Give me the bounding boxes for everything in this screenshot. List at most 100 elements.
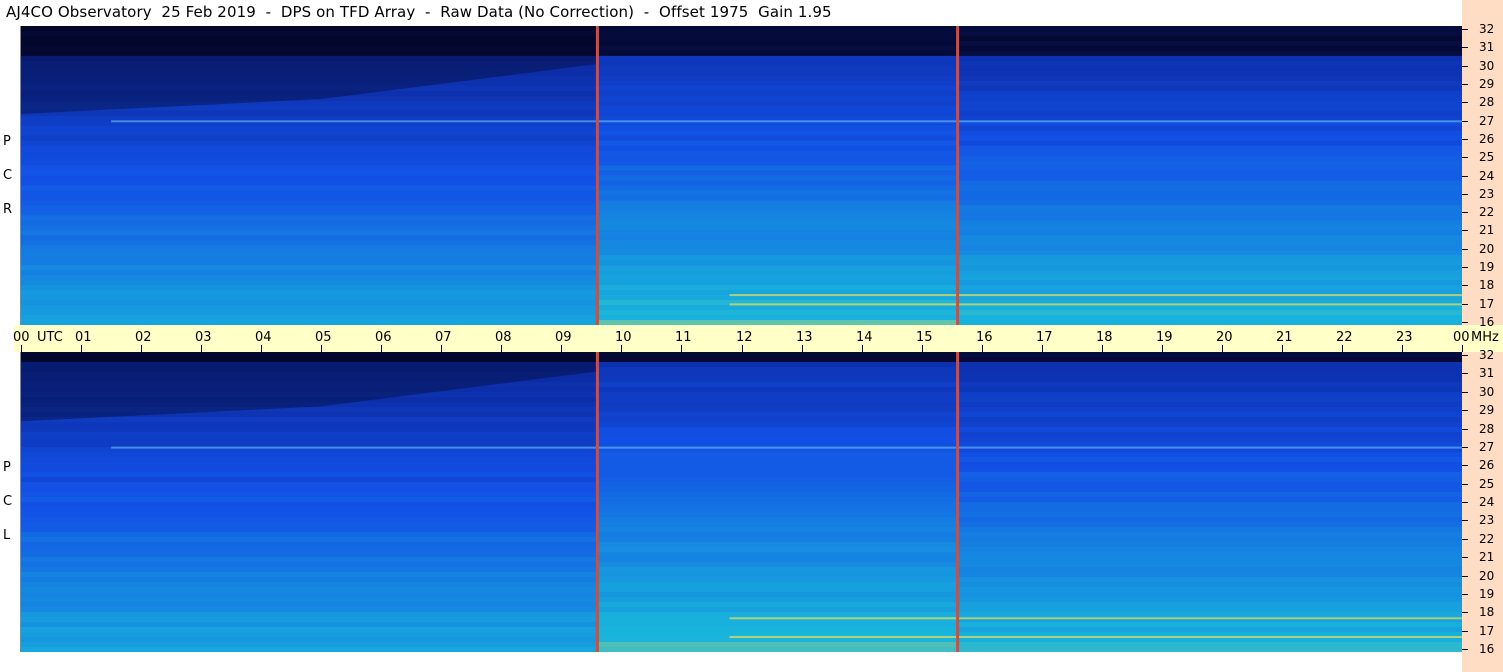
spectrogram-band bbox=[597, 105, 958, 112]
spectrogram-band bbox=[957, 502, 1462, 508]
frequency-tick-label: 28 bbox=[1479, 422, 1495, 436]
spectrogram-band bbox=[957, 552, 1462, 558]
time-tick bbox=[862, 345, 863, 352]
spectrogram-band bbox=[597, 487, 958, 493]
lcp-label-l: P bbox=[3, 460, 11, 475]
spectrogram-band bbox=[21, 275, 598, 281]
spectrogram-band bbox=[957, 477, 1462, 483]
frequency-tick-label: 31 bbox=[1479, 366, 1495, 380]
spectrogram-band bbox=[597, 557, 958, 563]
spectrogram-band bbox=[597, 502, 958, 508]
spectrogram-band bbox=[21, 562, 598, 568]
lcp-label-c: C bbox=[3, 494, 13, 509]
spectrogram-band bbox=[957, 592, 1462, 598]
spectrogram-band bbox=[597, 200, 958, 206]
spectrogram-band bbox=[21, 502, 598, 508]
spectrogram-band bbox=[597, 245, 958, 251]
spectrogram-band bbox=[957, 392, 1462, 398]
spectrogram-band bbox=[597, 572, 958, 578]
frequency-tick-label: 19 bbox=[1479, 587, 1495, 601]
spectrogram-band bbox=[597, 185, 958, 192]
spectrogram-band bbox=[597, 587, 958, 593]
time-tick-label: 01 bbox=[75, 330, 92, 345]
frequency-tick-label: 27 bbox=[1479, 440, 1495, 454]
frequency-tick bbox=[1462, 157, 1468, 158]
spectrogram-band bbox=[957, 537, 1462, 543]
time-tick bbox=[441, 345, 442, 352]
vertical-interference-line bbox=[595, 26, 599, 325]
frequency-tick bbox=[1462, 465, 1468, 466]
spectrogram-band bbox=[957, 472, 1462, 478]
spectrogram-band bbox=[957, 65, 1462, 72]
spectrogram-band bbox=[21, 622, 598, 628]
frequency-tick bbox=[1462, 649, 1468, 650]
spectrogram-band bbox=[957, 612, 1462, 618]
spectrogram-band bbox=[21, 432, 598, 438]
spectrogram-band bbox=[597, 377, 958, 383]
spectrogram-band bbox=[21, 612, 598, 618]
time-tick bbox=[621, 345, 622, 352]
spectrogram-band bbox=[957, 522, 1462, 528]
spectrogram-band bbox=[597, 627, 958, 633]
spectrogram-band bbox=[21, 482, 598, 488]
spectrogram-band bbox=[597, 100, 958, 107]
spectrogram-band bbox=[957, 260, 1462, 266]
frequency-tick bbox=[1462, 249, 1468, 250]
spectrogram-band bbox=[957, 270, 1462, 276]
spectrogram-band bbox=[21, 527, 598, 533]
interference-band bbox=[729, 294, 1462, 297]
frequency-tick bbox=[1462, 267, 1468, 268]
frequency-tick bbox=[1462, 322, 1468, 323]
spectrogram-band bbox=[597, 567, 958, 573]
time-tick-label: 00 bbox=[13, 330, 30, 345]
spectrogram-band bbox=[597, 45, 958, 52]
spectrogram-band bbox=[597, 55, 958, 62]
spectrogram-band bbox=[957, 582, 1462, 588]
frequency-tick-label: 29 bbox=[1479, 77, 1495, 91]
spectrogram-band bbox=[957, 382, 1462, 388]
frequency-tick-label: 22 bbox=[1479, 532, 1495, 546]
spectrogram-band bbox=[597, 260, 958, 266]
spectrogram-band bbox=[597, 407, 958, 413]
spectrogram-band bbox=[957, 185, 1462, 192]
time-tick bbox=[381, 345, 382, 352]
time-tick-label: 22 bbox=[1336, 330, 1353, 345]
interference-band bbox=[111, 120, 1462, 123]
spectrogram-band bbox=[597, 60, 958, 67]
spectrogram-band bbox=[957, 160, 1462, 167]
spectrogram-band bbox=[21, 255, 598, 261]
frequency-tick-label: 19 bbox=[1479, 260, 1495, 274]
lcp-label-p: L bbox=[3, 528, 11, 543]
spectrogram-band bbox=[21, 220, 598, 226]
spectrogram-band bbox=[957, 627, 1462, 633]
time-tick-label: 23 bbox=[1396, 330, 1413, 345]
frequency-tick-label: 29 bbox=[1479, 403, 1495, 417]
spectrogram-band bbox=[21, 165, 598, 172]
spectrogram-band bbox=[597, 562, 958, 568]
spectrogram-band bbox=[957, 432, 1462, 438]
frequency-tick bbox=[1462, 29, 1468, 30]
spectrogram-band bbox=[957, 547, 1462, 553]
time-tick-label: 07 bbox=[435, 330, 452, 345]
spectrogram-band bbox=[957, 567, 1462, 573]
frequency-tick-label: 27 bbox=[1479, 114, 1495, 128]
spectrogram-band bbox=[597, 255, 958, 261]
spectrogram-band bbox=[21, 437, 598, 443]
spectrogram-band bbox=[597, 175, 958, 182]
frequency-tick-label: 32 bbox=[1479, 22, 1495, 36]
spectrogram-band bbox=[21, 532, 598, 538]
spectrogram-band bbox=[957, 175, 1462, 182]
spectrogram-band bbox=[21, 592, 598, 598]
time-tick bbox=[21, 345, 22, 352]
spectrogram-band bbox=[597, 472, 958, 478]
spectrogram-band bbox=[597, 235, 958, 241]
frequency-tick bbox=[1462, 102, 1468, 103]
spectrogram-band bbox=[21, 200, 598, 206]
spectrogram-band bbox=[21, 195, 598, 201]
spectrogram-band bbox=[957, 557, 1462, 563]
spectrogram-band bbox=[597, 427, 958, 433]
spectrogram-band bbox=[21, 295, 598, 301]
rcp-spectrogram-panel bbox=[21, 26, 1462, 325]
spectrogram-band bbox=[21, 537, 598, 543]
spectrogram-band bbox=[597, 352, 958, 358]
